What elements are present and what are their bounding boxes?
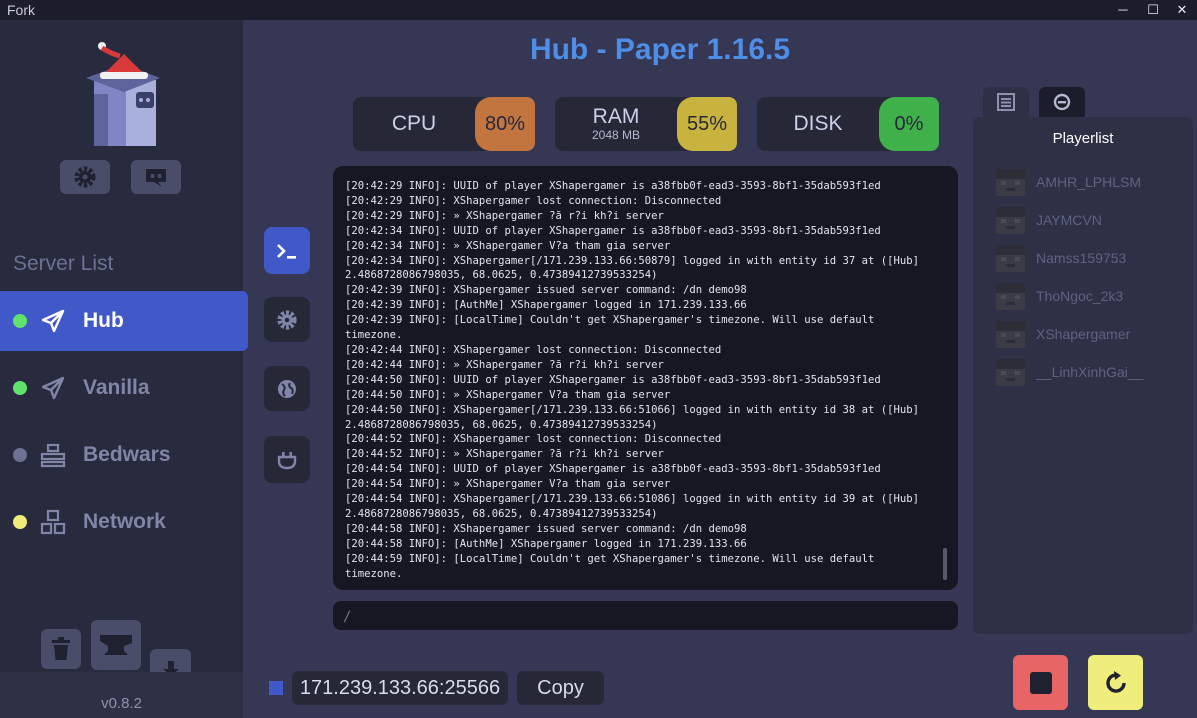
cpu-stat: CPU 80% (353, 97, 535, 151)
maximize-button[interactable]: ☐ (1138, 0, 1168, 20)
restart-button[interactable] (1088, 655, 1143, 710)
server-item-vanilla[interactable]: Vanilla (0, 358, 248, 418)
server-name: Network (83, 510, 166, 533)
ram-stat: RAM 2048 MB 55% (555, 97, 737, 151)
player-head-icon (996, 358, 1025, 386)
tab-banlist[interactable] (1039, 87, 1085, 117)
playerlist-title: Playerlist (1052, 130, 1114, 147)
server-item-network[interactable]: Network (0, 492, 248, 552)
player-item[interactable]: XShapergamer (996, 320, 1130, 348)
player-head-icon (996, 282, 1025, 310)
list-icon (997, 93, 1015, 111)
console-scrollbar[interactable] (943, 548, 947, 580)
copy-button[interactable]: Copy (517, 671, 604, 705)
status-dot (13, 515, 27, 529)
player-item[interactable]: Namss159753 (996, 244, 1126, 272)
ram-label: RAM (592, 105, 640, 128)
delete-server-button[interactable] (41, 629, 81, 669)
tab-playerlist[interactable] (983, 87, 1029, 117)
tab-plugins[interactable] (264, 436, 310, 483)
player-name: __LinhXinhGai__ (1036, 364, 1144, 380)
proxy-icon (40, 443, 66, 468)
trash-icon (52, 637, 70, 660)
server-address: 171.239.133.66:25566 (292, 671, 508, 705)
server-list-title: Server List (13, 252, 114, 275)
status-dot (13, 314, 27, 328)
status-indicator (269, 681, 283, 695)
player-item[interactable]: JAYMCVN (996, 206, 1102, 234)
status-dot (13, 381, 27, 395)
player-head-icon (996, 244, 1025, 272)
paper-plane-icon (41, 309, 65, 333)
player-name: JAYMCVN (1036, 212, 1102, 228)
paper-plane-icon (41, 376, 65, 400)
console-output[interactable]: [20:42:29 INFO]: UUID of player XShaperg… (333, 166, 958, 590)
block-icon (1053, 93, 1071, 111)
player-head-icon (996, 168, 1025, 196)
gear-icon (277, 309, 297, 330)
player-item[interactable]: AMHR_LPHLSM (996, 168, 1141, 196)
server-item-bedwars[interactable]: Bedwars (0, 425, 248, 485)
command-bar (333, 601, 958, 632)
tab-worlds[interactable] (264, 366, 310, 411)
disk-percent: 0% (879, 97, 939, 151)
fork-logo (86, 42, 160, 146)
player-item[interactable]: __LinhXinhGai__ (996, 358, 1143, 386)
terminal-icon (277, 243, 296, 259)
stop-icon (1029, 671, 1052, 694)
anvil-button[interactable] (91, 620, 141, 670)
ram-percent: 55% (677, 97, 737, 151)
tab-settings[interactable] (264, 297, 310, 342)
discord-icon (146, 169, 166, 187)
cpu-percent: 80% (475, 97, 535, 151)
disk-stat: DISK 0% (757, 97, 939, 151)
player-name: Namss159753 (1036, 250, 1127, 266)
status-dot (13, 448, 27, 462)
settings-button[interactable] (60, 160, 110, 194)
discord-button[interactable] (131, 160, 181, 194)
sidebar: Server List Hub Vanilla Bedwars Network (0, 20, 248, 718)
gear-icon (74, 166, 96, 188)
server-item-hub[interactable]: Hub (0, 291, 248, 351)
tab-console[interactable] (264, 227, 310, 274)
console-log: [20:42:29 INFO]: UUID of player XShaperg… (345, 180, 920, 580)
player-head-icon (996, 206, 1025, 234)
playerlist-panel: Playerlist AMHR_LPHLSM JAYMCVN Namss159753… (973, 117, 1193, 634)
cpu-label: CPU (391, 112, 437, 135)
stop-button[interactable] (1013, 655, 1068, 710)
close-button[interactable]: ✕ (1167, 0, 1197, 20)
disk-label: DISK (793, 112, 843, 135)
version-label: v0.8.2 (101, 695, 142, 712)
player-name: AMHR_LPHLSM (1036, 174, 1142, 190)
server-name: Vanilla (83, 376, 150, 399)
app-title: Fork (7, 2, 35, 18)
network-icon (40, 509, 66, 535)
plugin-icon (277, 451, 297, 469)
player-head-icon (996, 320, 1025, 348)
anvil-icon (100, 635, 132, 655)
player-name: XShapergamer (1036, 326, 1131, 342)
player-item[interactable]: ThoNgoc_2k3 (996, 282, 1123, 310)
minimize-button[interactable]: ─ (1108, 0, 1138, 20)
restart-icon (1105, 670, 1126, 693)
command-input[interactable] (333, 601, 945, 632)
globe-icon (278, 379, 296, 398)
server-name: Bedwars (83, 443, 171, 466)
ram-amount: 2048 MB (591, 128, 641, 142)
page-title: Hub - Paper 1.16.5 (529, 33, 791, 66)
player-name: ThoNgoc_2k3 (1036, 288, 1124, 304)
title-bar: Fork ─ ☐ ✕ (0, 0, 1197, 20)
server-name: Hub (83, 309, 124, 332)
